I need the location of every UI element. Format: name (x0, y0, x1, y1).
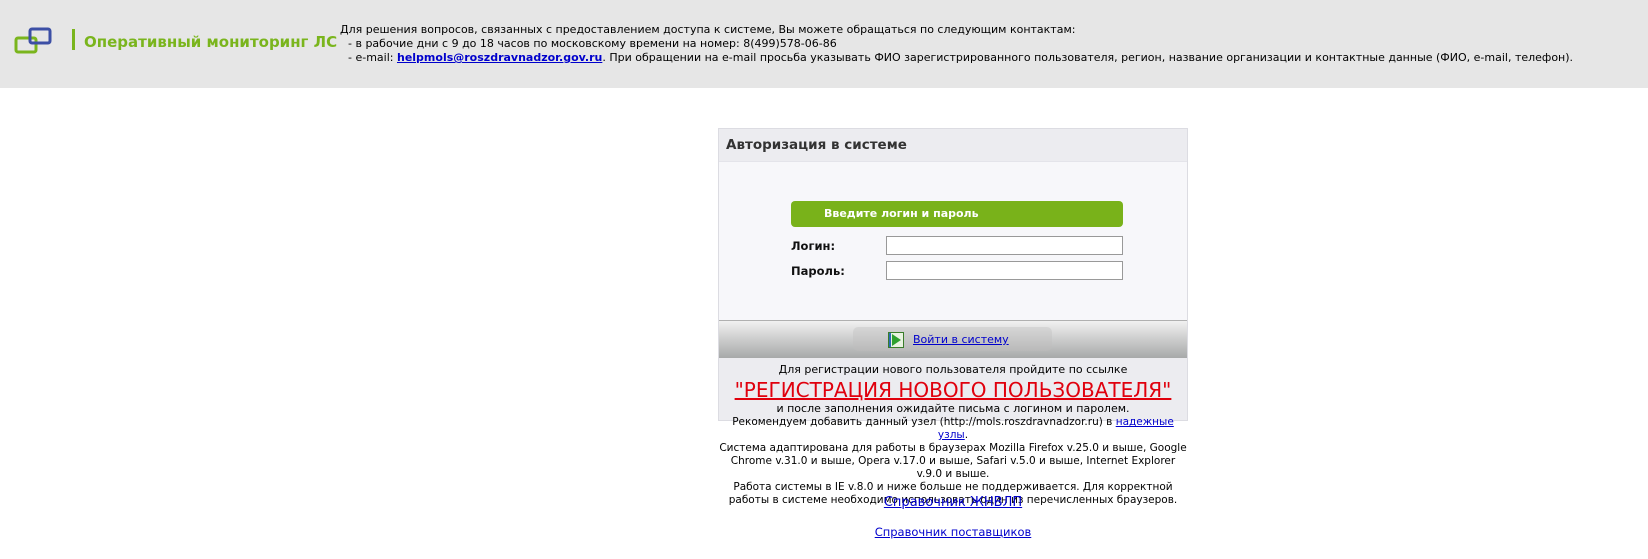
registration-link[interactable]: "РЕГИСТРАЦИЯ НОВОГО ПОЛЬЗОВАТЕЛЯ" (719, 378, 1187, 402)
browser-notes: Рекомендуем добавить данный узел (http:/… (718, 416, 1188, 507)
auth-form: Введите логин и пароль Логин: Пароль: (719, 161, 1187, 320)
contact-phone: - в рабочие дни с 9 до 18 часов по моско… (348, 37, 837, 50)
contact-intro: Для решения вопросов, связанных с предос… (340, 23, 1076, 36)
contact-email-prefix: - e-mail: (348, 51, 397, 64)
contact-email-suffix: . При обращении на e-mail просьба указыв… (602, 51, 1574, 64)
password-input[interactable] (886, 261, 1123, 280)
contact-email-line: - e-mail: helpmols@roszdravnadzor.gov.ru… (340, 51, 1573, 65)
jnvlp-reference-link[interactable]: Справочник ЖНВЛП (718, 495, 1188, 510)
registration-intro: Для регистрации нового пользователя прой… (778, 363, 1128, 376)
logo-text: Оперативный мониторинг ЛС (84, 33, 338, 51)
browsers-note: Система адаптирована для работы в браузе… (719, 442, 1187, 480)
logo-divider (72, 29, 75, 50)
login-label: Логин: (791, 239, 836, 253)
suppliers-reference-link[interactable]: Справочник поставщиков (718, 525, 1188, 539)
login-button-label[interactable]: Войти в систему (913, 333, 1009, 346)
contacts-info: Для решения вопросов, связанных с предос… (340, 23, 1573, 65)
login-button[interactable]: Войти в систему (853, 327, 1052, 351)
password-label: Пароль: (791, 264, 845, 278)
registration-outro: и после заполнения ожидайте письма с лог… (776, 402, 1130, 415)
login-arrow-icon (888, 332, 904, 348)
contact-email-link[interactable]: helpmols@roszdravnadzor.gov.ru (397, 51, 602, 64)
header: Оперативный мониторинг ЛС Для решения во… (0, 0, 1648, 88)
button-bar: Войти в систему (719, 320, 1187, 358)
recommend-line: Рекомендуем добавить данный узел (http:/… (718, 416, 1188, 442)
recommend-prefix: Рекомендуем добавить данный узел (http:/… (732, 416, 1116, 428)
login-input[interactable] (886, 236, 1123, 255)
auth-panel: Авторизация в системе Введите логин и па… (718, 128, 1188, 421)
login-banner: Введите логин и пароль (791, 201, 1123, 227)
registration-block: Для регистрации нового пользователя прой… (719, 358, 1187, 420)
recommend-suffix: . (964, 429, 969, 441)
logo-icon (14, 27, 52, 54)
auth-title: Авторизация в системе (726, 137, 907, 153)
